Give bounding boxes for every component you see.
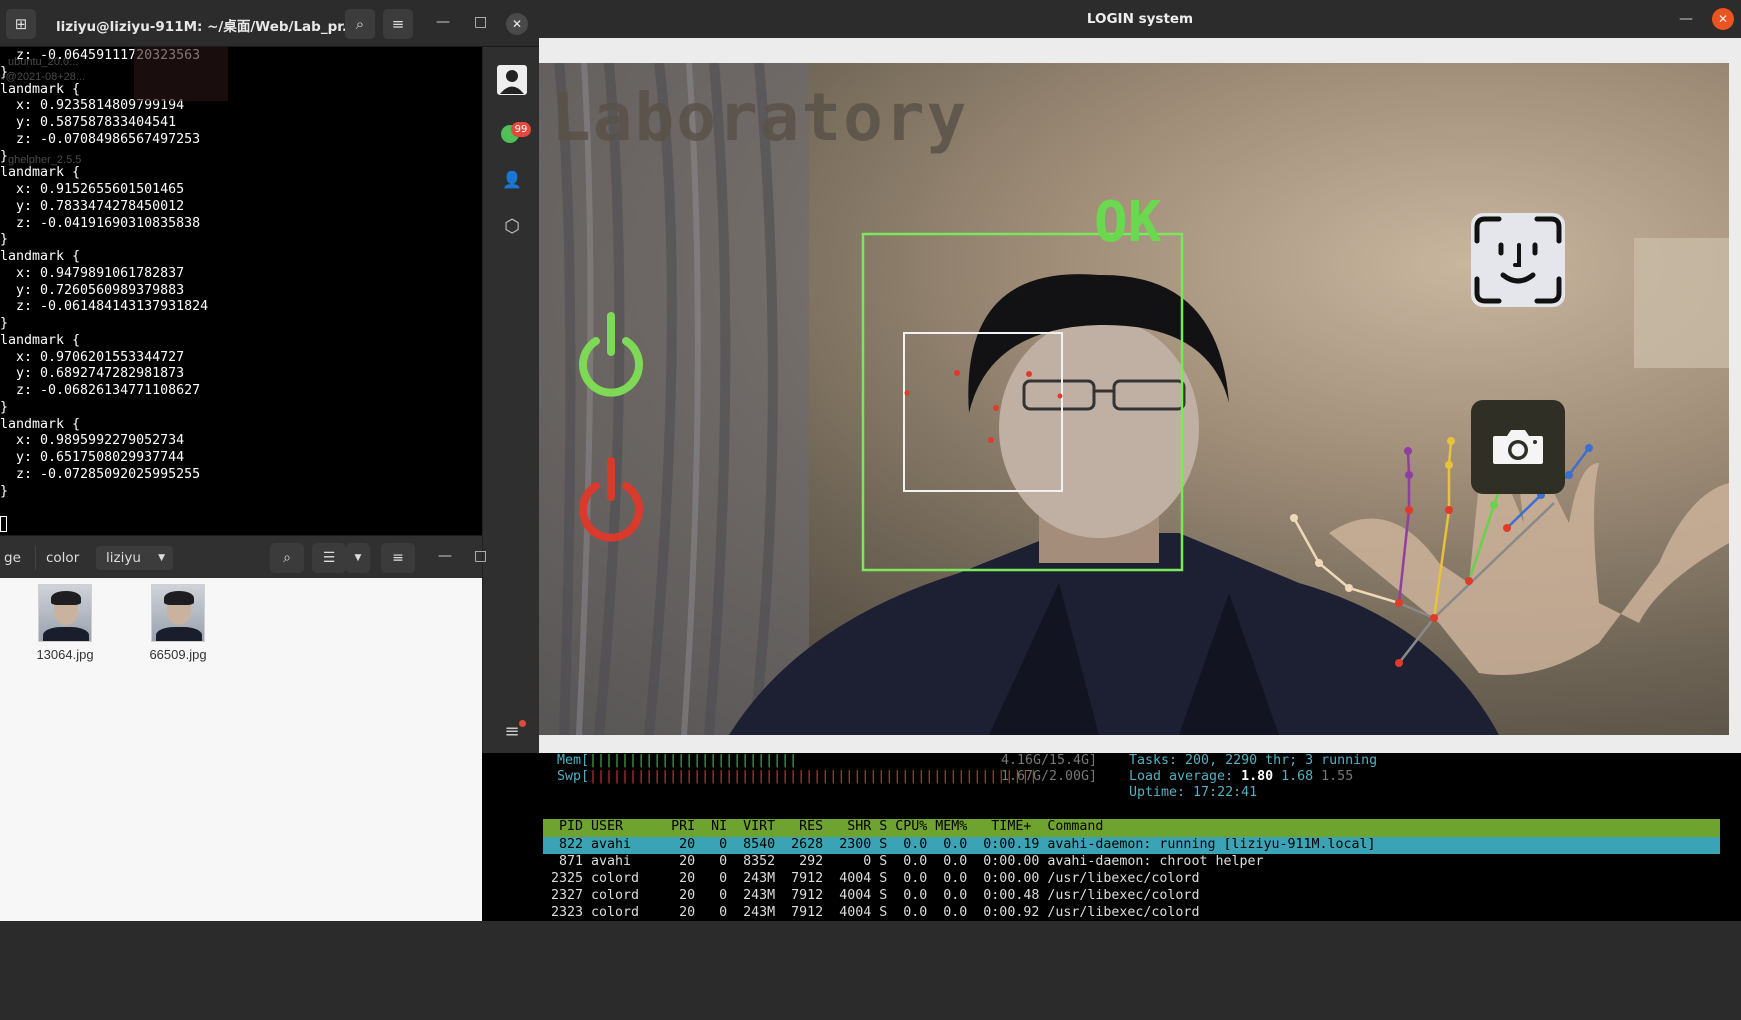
terminal-line: y: 0.6517508029937744 [0,450,185,465]
mem-value: 4.16G/15.4G] [1001,753,1098,768]
ghost-desktop-label: ubuntu_20.0... [8,56,79,68]
contacts-icon[interactable]: 👤 [497,165,527,195]
camera-icon [1493,430,1543,464]
terminal-line: y: 0.587587833404541 [0,115,177,130]
terminal-line: y: 0.7833474278450012 [0,198,185,214]
minimize-icon[interactable]: — [436,14,450,30]
terminal-line: y: 0.7260560989379883 [0,282,185,298]
uptime: Uptime: 17:22:41 [1129,785,1258,800]
search-icon[interactable]: ⌕ [345,9,375,39]
terminal-cursor [0,516,7,532]
terminal-line: landmark { [0,416,81,432]
terminal-line: } [0,316,9,331]
terminal-line: } [0,399,9,415]
process-row[interactable]: 871 avahi 20 0 8352 292 0 S 0.0 0.0 0:00… [543,854,1264,871]
window-title: LOGIN system [1086,11,1194,27]
notification-dot [519,720,526,727]
menu-icon[interactable]: ≡ [381,543,415,573]
file-thumbnail [38,584,92,642]
terminal-line: z: -0.061484143137931824 [0,299,209,315]
power-on-button[interactable] [575,308,647,398]
swap-meter: Swp[||||||||||||||||||||||||||||||||||||… [557,769,1037,784]
power-icon [579,312,643,397]
terminal-line: z: -0.06826134771108627 [0,383,201,398]
breadcrumb-item[interactable]: color [35,546,89,570]
tasks-info: Tasks: 200, 2290 thr; 3 running [1129,753,1378,768]
ghost-desktop-label: ghelpher_2.5.5 [8,154,82,166]
new-tab-icon[interactable]: ⊞ [6,9,36,39]
camera-button[interactable] [1471,400,1565,494]
search-icon[interactable]: ⌕ [270,543,304,573]
ghost-desktop-icon [134,47,228,101]
terminal-line: } [0,483,9,499]
chevron-down-icon: ▼ [158,553,165,563]
terminal-line: landmark { [0,249,81,264]
close-icon[interactable]: ✕ [1712,8,1734,30]
terminal-title: liziyu@liziyu-911M: ~/桌面/Web/Lab_pr... [56,19,346,35]
power-icon [579,457,643,542]
file-name: 13064.jpg [36,647,94,662]
breadcrumb-label: liziyu [106,550,141,566]
terminal-line: x: 0.9706201553344727 [0,349,185,365]
list-view-icon[interactable]: ☰ [312,543,346,573]
terminal-line: z: -0.07084986567497253 [0,131,201,147]
terminal-line: landmark { [0,165,81,181]
maximize-icon[interactable]: □ [474,14,487,30]
breadcrumb-item-current[interactable]: liziyu ▼ [96,546,173,570]
menu-icon[interactable]: ≡ [383,9,413,39]
file-item[interactable]: 66509.jpg [133,584,223,662]
unread-badge: 99 [511,122,531,137]
terminal-line: landmark { [0,81,81,97]
process-row-selected[interactable]: 822 avahi 20 0 8540 2628 2300 S 0.0 0.0 … [543,837,1720,854]
terminal-line: x: 0.9895992279052734 [0,433,185,449]
breadcrumb-item[interactable]: ge [0,546,31,570]
terminal-line: y: 0.6892747282981873 [0,366,185,382]
terminal-line: x: 0.9152655601501465 [0,182,185,197]
file-manager-toolbar: ge color liziyu ▼ ⌕ ☰ ▼ ≡ — □ [0,535,487,578]
process-table-header[interactable]: PID USER PRI NI VIRT RES SHR S CPU% MEM%… [543,819,1720,837]
process-row[interactable]: 2327 colord 20 0 243M 7912 4004 S 0.0 0.… [543,888,1199,905]
login-titlebar: LOGIN system — ✕ [539,0,1741,38]
load-average: Load average: 1.80 1.68 1.55 [1129,769,1354,784]
terminal-output[interactable]: z: -0.06459111720323563} landmark { x: 0.… [0,48,482,535]
mem-meter: Mem[|||||||||||||||||||||||||| [557,753,798,768]
close-icon[interactable]: ✕ [506,13,528,35]
terminal-line: x: 0.9235814809799194 [0,98,185,114]
view-options-icon[interactable]: ▼ [346,543,370,573]
camera-feed: Laboratory OK [539,63,1729,735]
terminal-line: landmark { [0,332,81,348]
file-item[interactable]: 13064.jpg [20,584,110,662]
face-id-button[interactable] [1471,213,1565,307]
terminal-line: x: 0.9479891061782837 [0,265,185,281]
chat-sidebar: 99 👤 ⬡ ≡ [482,47,540,753]
terminal-line: z: -0.07285092025995255 [0,466,201,482]
file-name: 66509.jpg [149,647,207,662]
maximize-icon[interactable]: □ [474,548,487,564]
htop-panel[interactable]: Mem[|||||||||||||||||||||||||| 4.16G/15.… [539,753,1741,921]
process-row[interactable]: 2325 colord 20 0 243M 7912 4004 S 0.0 0.… [543,871,1199,888]
ghost-desktop-label: r@2021-08+28... [2,71,86,83]
power-off-button[interactable] [575,453,647,543]
minimize-icon[interactable]: — [438,548,452,564]
box-icon[interactable]: ⬡ [497,212,527,242]
minimize-icon[interactable]: — [1679,11,1693,27]
terminal-titlebar: ⊞ liziyu@liziyu-911M: ~/桌面/Web/Lab_pr...… [0,0,540,47]
avatar[interactable] [497,65,527,95]
terminal-line: z: -0.04191690310835838 [0,215,201,231]
face-id-icon [1474,216,1562,304]
camera-scene [539,63,1729,735]
process-row[interactable]: 2323 colord 20 0 243M 7912 4004 S 0.0 0.… [543,905,1199,922]
login-window: LOGIN system — ✕ Laboratory OK [539,0,1741,753]
swap-value: 1.67G/2.00G] [1001,769,1098,784]
status-text: OK [1094,190,1162,255]
overlay-title: Laboratory [551,79,969,156]
file-thumbnail [151,584,205,642]
terminal-line: } [0,232,9,248]
